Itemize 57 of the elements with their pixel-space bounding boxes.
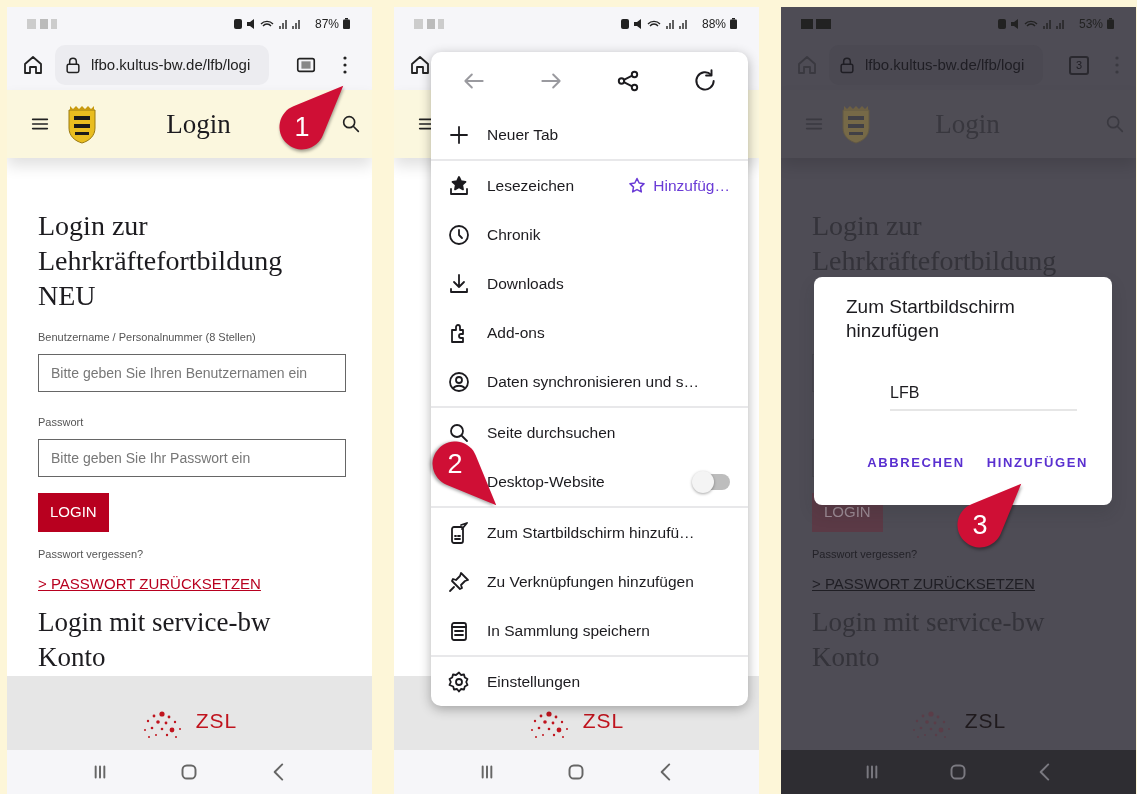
url-text: lfbo.kultus-bw.de/lfb/logi — [91, 54, 251, 75]
menu-icon[interactable] — [343, 56, 347, 74]
dots-logo-icon — [141, 710, 184, 740]
menu-item[interactable]: Einstellungen — [487, 669, 581, 694]
password-field[interactable]: Bitte geben Sie Ihr Passwort ein — [38, 439, 346, 477]
username-field[interactable]: Bitte geben Sie Ihren Benutzernamen ein — [38, 354, 346, 392]
menu-item[interactable]: Daten synchronisieren und s… — [487, 369, 699, 394]
menu-item[interactable]: In Sammlung speichern — [487, 618, 650, 643]
menu-item[interactable]: Chronik — [487, 222, 541, 247]
home-icon — [21, 53, 45, 77]
battery-icon — [730, 18, 737, 29]
battery-percent: 87% — [314, 15, 339, 33]
dialog-button[interactable]: ABBRECHEN — [867, 453, 965, 473]
home-icon — [408, 53, 432, 77]
page-title: Login — [165, 107, 232, 141]
logo-text: ZSL — [964, 710, 1007, 731]
search-icon — [340, 113, 362, 135]
address-bar[interactable]: lfbo.kultus-bw.de/lfb/logi — [55, 45, 269, 85]
lock-icon — [837, 55, 857, 75]
battery-icon — [343, 18, 350, 29]
login-heading: Login zur Lehrkräftefortbildung NEU — [38, 209, 284, 313]
reset-password-link[interactable]: > PASSWORT ZURÜCKSETZEN — [38, 575, 261, 592]
person-circle-icon — [447, 369, 471, 394]
download-icon — [447, 271, 471, 296]
star-tray-icon — [447, 173, 471, 198]
lock-icon — [63, 55, 83, 75]
dots-logo-icon — [528, 710, 571, 740]
add-bookmark-link[interactable]: Hinzufüg… — [653, 173, 730, 198]
clock-icon — [447, 222, 471, 247]
menu-item[interactable]: Lesezeichen — [487, 173, 575, 198]
dialog-button[interactable]: HINZUFÜGEN — [986, 453, 1088, 473]
field-label: Benutzername / Personalnummer (8 Stellen) — [38, 330, 257, 345]
dialog-title: Zum Startbildschirm hinzufügen — [846, 295, 1016, 343]
battery-icon — [1107, 18, 1114, 29]
battery-percent: 88% — [701, 15, 726, 33]
settings-icon — [447, 669, 471, 694]
field-label: Passwort — [38, 415, 85, 430]
blurred-time-placeholder — [414, 18, 444, 29]
menu-item[interactable]: Seite durchsuchen — [487, 420, 616, 445]
logo-text: ZSL — [582, 710, 625, 731]
blurred-time-placeholder — [801, 18, 831, 29]
menu-item[interactable]: Add-ons — [487, 320, 545, 345]
name-field[interactable]: LFB — [890, 381, 1077, 411]
forgot-password-text: Passwort vergessen? — [38, 547, 145, 562]
pin-icon — [447, 569, 471, 594]
menu-item[interactable]: Desktop-Website — [487, 469, 605, 494]
star-icon — [627, 175, 648, 196]
logo-text: ZSL — [195, 710, 238, 731]
service-login-heading: Login mit service-bw Konto — [38, 606, 272, 674]
menu-item[interactable]: Zu Verknüpfungen hinzufügen — [487, 569, 694, 594]
coat-of-arms-icon — [841, 104, 871, 144]
menu-item[interactable]: Neuer Tab — [487, 122, 559, 147]
blurred-time-placeholder — [27, 18, 57, 29]
menu-item[interactable]: Downloads — [487, 271, 564, 296]
menu-item[interactable]: Zum Startbildschirm hinzufü… — [487, 520, 695, 545]
login-button[interactable]: LOGIN — [38, 493, 109, 532]
coat-of-arms-icon — [67, 104, 97, 144]
